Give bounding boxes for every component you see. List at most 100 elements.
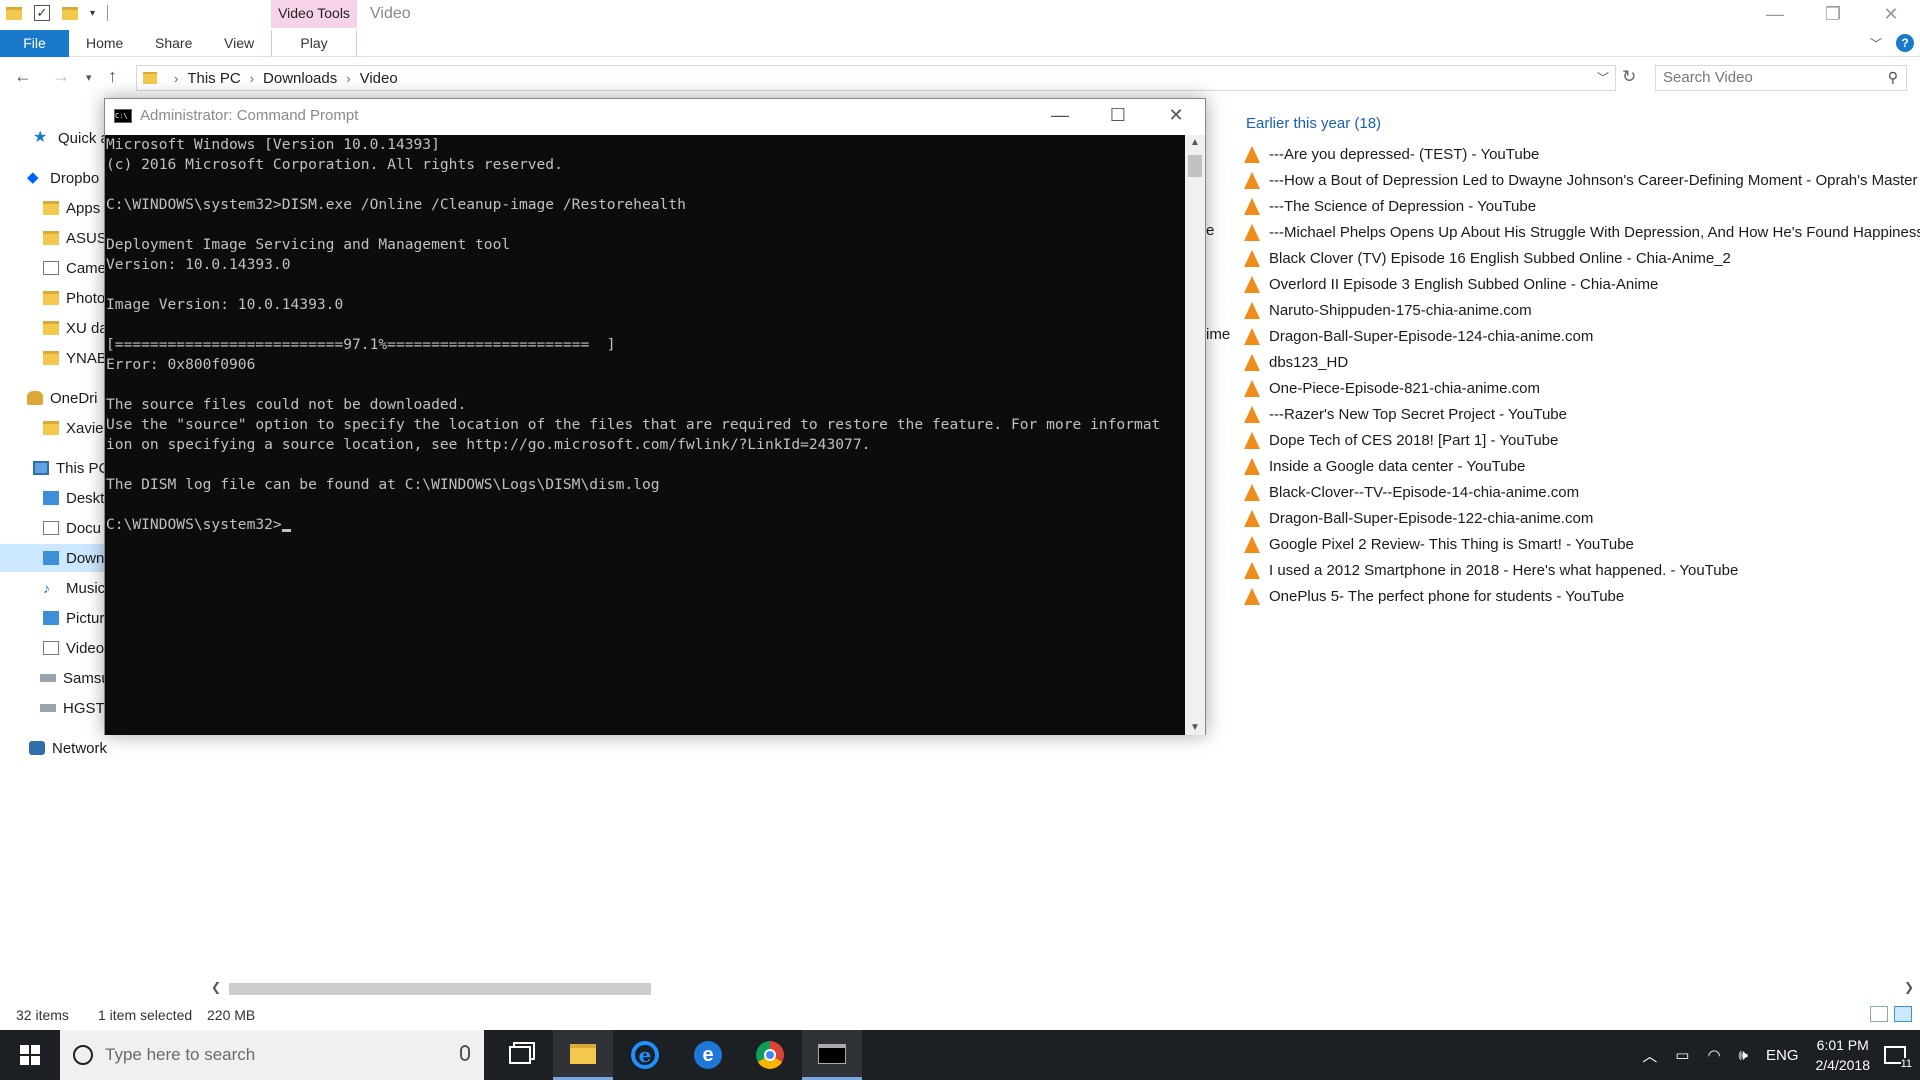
file-list-item[interactable]: ---Razer's New Top Secret Project - YouT…: [1244, 401, 1920, 427]
back-arrow-icon[interactable]: ←: [14, 66, 32, 87]
recent-locations-icon[interactable]: ▾: [86, 71, 92, 84]
up-arrow-icon[interactable]: ↑: [108, 66, 117, 87]
file-list-item[interactable]: ---How a Bout of Depression Led to Dwayn…: [1244, 167, 1920, 193]
tab-file[interactable]: File: [0, 30, 69, 57]
show-hidden-icons-icon[interactable]: ︿: [1642, 1045, 1657, 1066]
file-list-item[interactable]: Inside a Google data center - YouTube: [1244, 453, 1920, 479]
refresh-icon[interactable]: ↻: [1622, 67, 1636, 87]
forward-arrow-icon[interactable]: →: [52, 66, 70, 87]
help-button[interactable]: ?: [1896, 34, 1914, 52]
file-list-item[interactable]: I used a 2012 Smartphone in 2018 - Here'…: [1244, 557, 1920, 583]
nav-item[interactable]: Docu: [43, 514, 101, 542]
tab-view[interactable]: View: [224, 30, 254, 57]
file-list-item[interactable]: Overlord II Episode 3 English Subbed Onl…: [1244, 271, 1920, 297]
breadcrumb-this-pc[interactable]: This PC: [187, 70, 240, 87]
volume-icon[interactable]: 🕪: [1739, 1047, 1748, 1064]
action-center-icon[interactable]: 11: [1884, 1046, 1912, 1070]
search-icon[interactable]: ⚲: [1888, 69, 1898, 86]
nav-item[interactable]: Network: [29, 734, 107, 762]
file-list-item[interactable]: OnePlus 5- The perfect phone for student…: [1244, 583, 1920, 609]
task-view-button[interactable]: [490, 1030, 550, 1080]
nav-item[interactable]: Picture: [43, 604, 113, 632]
nav-item[interactable]: OneDri: [27, 384, 98, 412]
nav-item[interactable]: YNAB: [43, 344, 107, 372]
horizontal-scrollbar[interactable]: ❮ ❯: [205, 980, 1920, 998]
scroll-up-icon[interactable]: ▲: [1190, 137, 1200, 148]
language-indicator[interactable]: ENG: [1766, 1047, 1799, 1064]
nav-item[interactable]: Samsu: [40, 664, 110, 692]
scrollbar-thumb[interactable]: [1188, 155, 1202, 177]
file-explorer-taskbar-button[interactable]: [553, 1030, 613, 1080]
chevron-right-icon[interactable]: ›: [174, 71, 178, 86]
edge-taskbar-button[interactable]: e: [678, 1030, 738, 1080]
minimize-button[interactable]: —: [1031, 99, 1089, 135]
file-list-item[interactable]: One-Piece-Episode-821-chia-anime.com: [1244, 375, 1920, 401]
file-list-item[interactable]: Naruto-Shippuden-175-chia-anime.com: [1244, 297, 1920, 323]
file-list-item[interactable]: ---Are you depressed- (TEST) - YouTube: [1244, 141, 1920, 167]
scrollbar-thumb[interactable]: [229, 983, 651, 995]
file-list-item[interactable]: ---Michael Phelps Opens Up About His Str…: [1244, 219, 1920, 245]
console-line: Error: 0x800f0906: [106, 355, 1185, 375]
nav-item[interactable]: Apps: [43, 194, 100, 222]
vertical-scrollbar[interactable]: ▲ ▼: [1185, 135, 1205, 735]
cmd-titlebar[interactable]: C:\ Administrator: Command Prompt — ☐ ✕: [105, 99, 1205, 135]
group-header[interactable]: Earlier this year (18): [1246, 115, 1381, 132]
nav-item[interactable]: ◆ Dropbo: [27, 164, 99, 192]
large-icons-view-icon[interactable]: [1894, 1006, 1912, 1022]
file-list-item[interactable]: Dope Tech of CES 2018! [Part 1] - YouTub…: [1244, 427, 1920, 453]
close-button[interactable]: ✕: [1147, 99, 1205, 135]
file-list-item[interactable]: Google Pixel 2 Review- This Thing is Sma…: [1244, 531, 1920, 557]
customize-qat-icon[interactable]: ▾: [90, 8, 95, 19]
nav-item[interactable]: Deskto: [43, 484, 113, 512]
expand-ribbon-icon[interactable]: ﹀: [1870, 35, 1882, 52]
nav-item[interactable]: Came: [43, 254, 106, 282]
file-list-item[interactable]: Black Clover (TV) Episode 16 English Sub…: [1244, 245, 1920, 271]
chevron-right-icon[interactable]: ›: [346, 71, 350, 86]
command-prompt-taskbar-button[interactable]: [802, 1030, 862, 1080]
address-bar[interactable]: › This PC › Downloads › Video ﹀: [136, 65, 1616, 91]
microphone-icon[interactable]: [460, 1045, 470, 1061]
nav-item[interactable]: XU da: [43, 314, 108, 342]
tab-share[interactable]: Share: [155, 30, 192, 57]
restore-button[interactable]: ❐: [1804, 0, 1862, 30]
new-folder-icon[interactable]: [62, 6, 78, 20]
start-button[interactable]: [0, 1030, 60, 1080]
nav-item[interactable]: ASUS: [43, 224, 107, 252]
wifi-icon[interactable]: ◠: [1707, 1046, 1720, 1064]
properties-icon[interactable]: ✓: [34, 5, 50, 21]
file-list-item[interactable]: Dragon-Ball-Super-Episode-124-chia-anime…: [1244, 323, 1920, 349]
file-list-item[interactable]: ---The Science of Depression - YouTube: [1244, 193, 1920, 219]
chevron-right-icon[interactable]: ›: [250, 71, 254, 86]
clock[interactable]: 6:01 PM 2/4/2018: [1816, 1035, 1871, 1075]
internet-explorer-taskbar-button[interactable]: e: [615, 1030, 675, 1080]
nav-item[interactable]: ♪ Music: [43, 574, 105, 602]
nav-item[interactable]: This PC: [33, 454, 109, 482]
tab-play[interactable]: Play: [271, 30, 357, 57]
minimize-button[interactable]: —: [1746, 0, 1804, 30]
nav-item[interactable]: Video: [43, 634, 104, 662]
folder-icon: [43, 351, 59, 365]
maximize-button[interactable]: ☐: [1089, 99, 1147, 135]
scroll-left-icon[interactable]: ❮: [211, 980, 221, 994]
nav-item[interactable]: ★ Quick a: [33, 124, 109, 152]
taskbar-search-box[interactable]: Type here to search: [60, 1030, 484, 1080]
scroll-right-icon[interactable]: ❯: [1904, 980, 1914, 994]
breadcrumb-video[interactable]: Video: [360, 70, 398, 87]
chrome-taskbar-button[interactable]: [740, 1030, 800, 1080]
file-list-item[interactable]: Dragon-Ball-Super-Episode-122-chia-anime…: [1244, 505, 1920, 531]
file-list-item[interactable]: dbs123_HD: [1244, 349, 1920, 375]
details-view-icon[interactable]: [1870, 1006, 1888, 1022]
search-input[interactable]: Search Video ⚲: [1655, 65, 1907, 91]
nav-item[interactable]: Xavier: [43, 414, 109, 442]
scroll-down-icon[interactable]: ▼: [1190, 722, 1200, 733]
breadcrumb-downloads[interactable]: Downloads: [263, 70, 337, 87]
tab-home[interactable]: Home: [86, 30, 123, 57]
battery-icon[interactable]: ▭: [1675, 1046, 1689, 1064]
chevron-down-icon[interactable]: ﹀: [1597, 69, 1609, 86]
console-output[interactable]: Microsoft Windows [Version 10.0.14393] (c…: [105, 135, 1185, 735]
command-prompt-window[interactable]: C:\ Administrator: Command Prompt — ☐ ✕ …: [104, 98, 1206, 735]
nav-item[interactable]: Photo: [43, 284, 105, 312]
nav-item[interactable]: HGST: [40, 694, 105, 722]
close-button[interactable]: ✕: [1862, 0, 1920, 30]
file-list-item[interactable]: Black-Clover--TV--Episode-14-chia-anime.…: [1244, 479, 1920, 505]
